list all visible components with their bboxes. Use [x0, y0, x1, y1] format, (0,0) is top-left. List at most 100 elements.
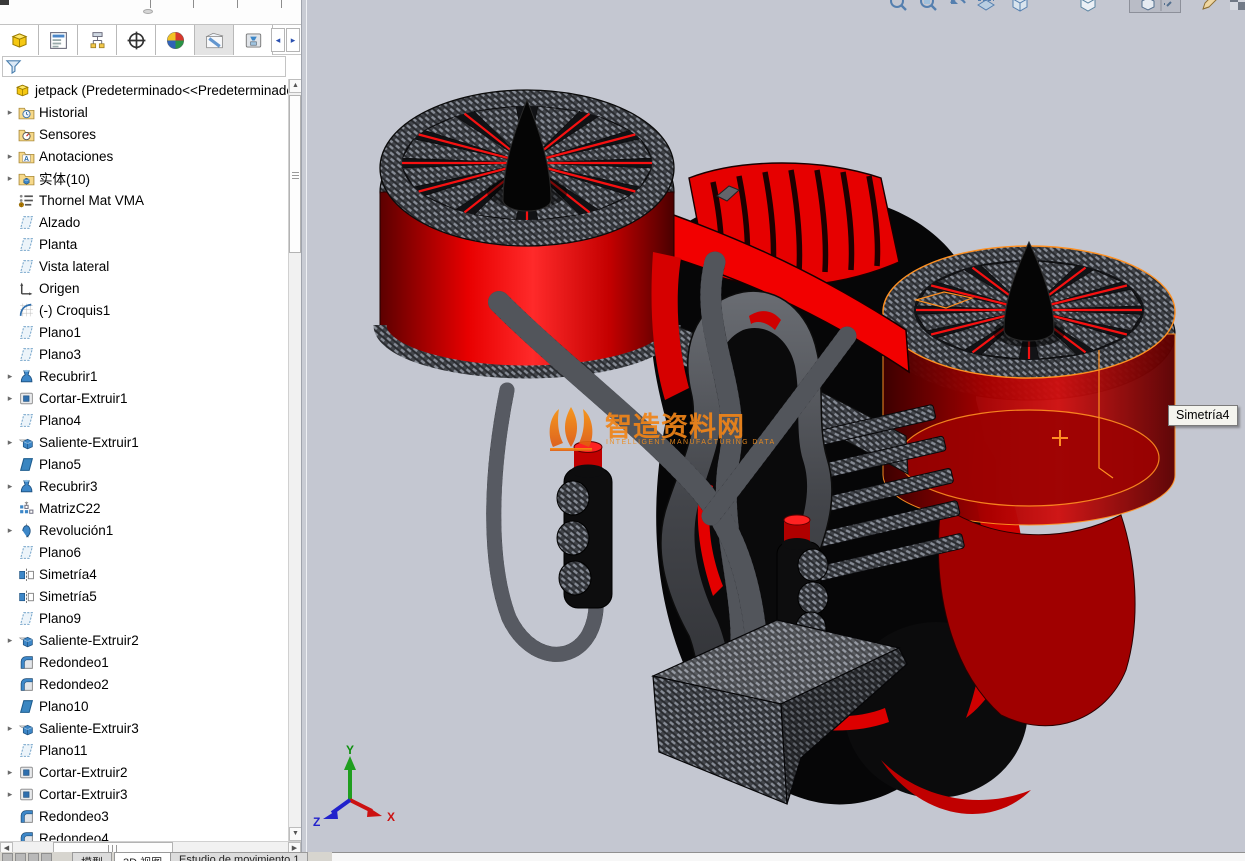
panel-tab-print3d[interactable] [234, 25, 273, 55]
panel-tab-configurationmanager[interactable] [78, 25, 117, 55]
tree-item[interactable]: Planta [0, 233, 288, 255]
tree-item[interactable]: ▸Cortar-Extruir3 [0, 783, 288, 805]
tree-item[interactable]: Plano6 [0, 541, 288, 563]
bottom-tool-button[interactable] [41, 853, 52, 861]
expand-arrow-icon[interactable]: ▸ [0, 151, 18, 162]
graphics-viewport[interactable]: Y X Z 智造资料网 INTELLIGENT MANUFACTURING DA… [307, 0, 1245, 861]
panel-tab-displaymanager[interactable] [156, 25, 195, 55]
tab-3d-views[interactable]: 3D 视图 [114, 852, 171, 861]
tree-item-label: Simetría5 [39, 589, 97, 604]
tree-item[interactable]: ▸Saliente-Extruir2 [0, 629, 288, 651]
expand-arrow-icon[interactable]: ▸ [0, 437, 18, 448]
tree-item[interactable]: ▸Revolución1 [0, 519, 288, 541]
tree-item[interactable]: ▸Cortar-Extruir2 [0, 761, 288, 783]
tab-scroll-left-button[interactable]: ◂ [271, 28, 285, 52]
tree-item-label: Redondeo3 [39, 809, 109, 824]
panel-tab-visualize[interactable] [195, 25, 234, 55]
panel-tab-propertymanager[interactable] [39, 25, 78, 55]
tree-item[interactable]: ▸ 实体(10) [0, 167, 288, 189]
expand-arrow-icon[interactable]: ▸ [0, 525, 18, 536]
tree-item[interactable]: Plano4 [0, 409, 288, 431]
tree-item[interactable]: Origen [0, 277, 288, 299]
tree-item[interactable]: Plano9 [0, 607, 288, 629]
tab-motion-study[interactable]: Estudio de movimiento 1 [170, 852, 308, 861]
tree-item[interactable]: Alzado [0, 211, 288, 233]
triad-y-label: Y [346, 743, 354, 757]
tree-item[interactable]: Vista lateral [0, 255, 288, 277]
tree-item[interactable]: ▸Saliente-Extruir3 [0, 717, 288, 739]
tree-item[interactable]: Plano1 [0, 321, 288, 343]
tree-item[interactable]: Plano10 [0, 695, 288, 717]
tree-item[interactable]: ▸ Recubrir1 [0, 365, 288, 387]
tree-vertical-scrollbar[interactable]: ▲ ▼ [288, 79, 301, 841]
expand-arrow-icon[interactable]: ▸ [0, 635, 18, 646]
featuremanager-panel: ◂ ▸ jetpack (Predeterminado<<Predetermin… [0, 25, 301, 861]
panel-tab-featuremanager[interactable] [0, 25, 39, 55]
tab-scroll-right-button[interactable]: ▸ [286, 28, 300, 52]
expand-arrow-icon[interactable]: ▸ [0, 173, 18, 184]
bottom-tool-button[interactable] [15, 853, 26, 861]
tree-filter-input[interactable] [2, 56, 286, 77]
tree-item[interactable]: Redondeo3 [0, 805, 288, 827]
tree-item-label: (-) Croquis1 [39, 303, 110, 318]
expand-arrow-icon[interactable]: ▸ [0, 393, 18, 404]
feature-tooltip: Simetría4 [1168, 405, 1238, 426]
tree-item[interactable]: Redondeo4 [0, 827, 288, 841]
vertical-scroll-thumb[interactable] [289, 95, 301, 253]
tree-item[interactable]: ▸Recubrir3 [0, 475, 288, 497]
toolbar-separator [193, 0, 194, 8]
tree-item[interactable]: MatrizC22 [0, 497, 288, 519]
tree-item[interactable]: Plano5 [0, 453, 288, 475]
tree-item[interactable]: ▸ Historial [0, 101, 288, 123]
panel-tab-dimxpertmanager[interactable] [117, 25, 156, 55]
tree-item-label: Thornel Mat VMA [39, 193, 144, 208]
solidworks-window: ◂ ▸ jetpack (Predeterminado<<Predetermin… [0, 0, 1245, 861]
expand-arrow-icon[interactable]: ▸ [0, 723, 18, 734]
expand-arrow-icon[interactable]: ▸ [0, 371, 18, 382]
tree-item-label: Vista lateral [39, 259, 109, 274]
config-icon [87, 30, 108, 51]
expand-arrow-icon[interactable]: ▸ [0, 789, 18, 800]
tree-item-label: Plano11 [39, 743, 88, 758]
tree-item[interactable]: (-) Croquis1 [0, 299, 288, 321]
toolbar-separator [281, 0, 282, 8]
tree-item[interactable]: ▸AAnotaciones [0, 145, 288, 167]
tree-item-label: Plano1 [39, 325, 81, 340]
tab-model[interactable]: 模型 [72, 852, 112, 861]
tree-item[interactable]: ▸Saliente-Extruir1 [0, 431, 288, 453]
tree-item[interactable]: Thornel Mat VMA [0, 189, 288, 211]
filter-funnel-icon [5, 58, 22, 75]
tree-root-item[interactable]: jetpack (Predeterminado<<Predeterminado> [0, 79, 288, 101]
bottom-tool-button[interactable] [2, 853, 13, 861]
expand-arrow-icon[interactable]: ▸ [0, 767, 18, 778]
jetpack-3d-model[interactable]: Y X Z [307, 0, 1245, 861]
tree-item[interactable]: Simetría5 [0, 585, 288, 607]
commandmanager-collapse-handle[interactable] [143, 9, 153, 14]
visualize-icon [204, 30, 225, 51]
tree-item[interactable]: ▸Cortar-Extruir1 [0, 387, 288, 409]
tree-item[interactable]: Plano11 [0, 739, 288, 761]
filter-row [0, 55, 301, 79]
tree-item-label: Plano6 [39, 545, 81, 560]
tree-item-label: 实体(10) [39, 168, 90, 188]
tree-item[interactable]: Redondeo2 [0, 673, 288, 695]
dimxpert-icon [126, 30, 147, 51]
tree-item[interactable]: Redondeo1 [0, 651, 288, 673]
bottom-tool-button[interactable] [28, 853, 39, 861]
left-throttle-handle[interactable] [557, 442, 612, 609]
toolbar-separator [237, 0, 238, 8]
tree-item[interactable]: Plano3 [0, 343, 288, 365]
tree-item-label: Historial [39, 105, 88, 120]
tree-item-label: Recubrir1 [39, 369, 98, 384]
motion-study-tab-strip: 模型 3D 视图 Estudio de movimiento 1 [0, 852, 1245, 861]
expand-arrow-icon[interactable]: ▸ [0, 481, 18, 492]
tree-item-label: Simetría4 [39, 567, 97, 582]
expand-arrow-icon[interactable]: ▸ [0, 107, 18, 118]
mirror-icon [18, 588, 35, 605]
tree-item[interactable]: Sensores [0, 123, 288, 145]
fillet-icon [18, 676, 35, 693]
plane-icon [18, 412, 35, 429]
svg-text:A: A [24, 156, 29, 163]
tree-item-label: Plano9 [39, 611, 81, 626]
tree-item[interactable]: Simetría4 [0, 563, 288, 585]
